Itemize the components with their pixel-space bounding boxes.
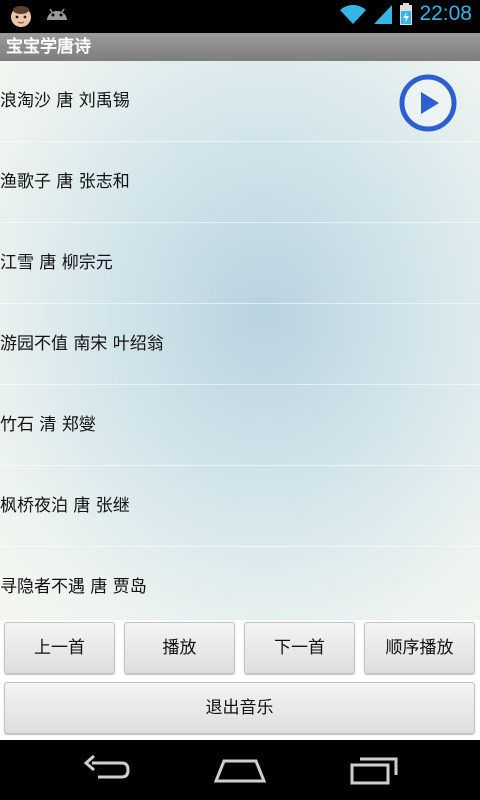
poem-label: 渔歌子 唐 张志和 — [0, 172, 130, 192]
home-icon[interactable] — [210, 753, 270, 787]
previous-button[interactable]: 上一首 — [4, 622, 115, 674]
poem-label: 游园不值 南宋 叶绍翁 — [0, 334, 164, 354]
exit-music-button[interactable]: 退出音乐 — [4, 682, 475, 734]
list-item[interactable]: 寻隐者不遇 唐 贾岛 — [0, 547, 480, 620]
play-button[interactable]: 播放 — [124, 622, 235, 674]
recent-apps-icon[interactable] — [344, 753, 404, 787]
player-controls: 上一首 播放 下一首 顺序播放 退出音乐 — [0, 620, 480, 740]
app-title: 宝宝学唐诗 — [0, 33, 480, 61]
wifi-icon — [340, 4, 367, 24]
signal-icon — [374, 5, 393, 24]
list-item[interactable]: 游园不值 南宋 叶绍翁 — [0, 304, 480, 385]
order-play-button[interactable]: 顺序播放 — [364, 622, 475, 674]
list-item[interactable]: 江雪 唐 柳宗元 — [0, 223, 480, 304]
poem-label: 寻隐者不遇 唐 贾岛 — [0, 577, 147, 597]
list-item[interactable]: 浪淘沙 唐 刘禹锡 — [0, 61, 480, 142]
poem-label: 江雪 唐 柳宗元 — [0, 253, 113, 273]
baby-face-icon — [11, 6, 31, 27]
back-icon[interactable] — [76, 753, 136, 787]
poem-list[interactable]: 浪淘沙 唐 刘禹锡 渔歌子 唐 张志和 江雪 唐 柳宗元 游园不值 南宋 叶绍翁… — [0, 61, 480, 620]
play-icon[interactable] — [398, 74, 458, 132]
list-item[interactable]: 枫桥夜泊 唐 张继 — [0, 466, 480, 547]
navigation-bar — [0, 740, 480, 800]
clock: 22:08 — [419, 2, 472, 25]
list-item[interactable]: 竹石 清 郑燮 — [0, 385, 480, 466]
poem-label: 竹石 清 郑燮 — [0, 415, 96, 435]
battery-icon — [400, 3, 413, 25]
next-button[interactable]: 下一首 — [244, 622, 355, 674]
status-bar: 22:08 — [0, 0, 480, 33]
poem-label: 枫桥夜泊 唐 张继 — [0, 496, 130, 516]
android-icon — [47, 8, 67, 20]
list-item[interactable]: 渔歌子 唐 张志和 — [0, 142, 480, 223]
poem-label: 浪淘沙 唐 刘禹锡 — [0, 91, 130, 111]
